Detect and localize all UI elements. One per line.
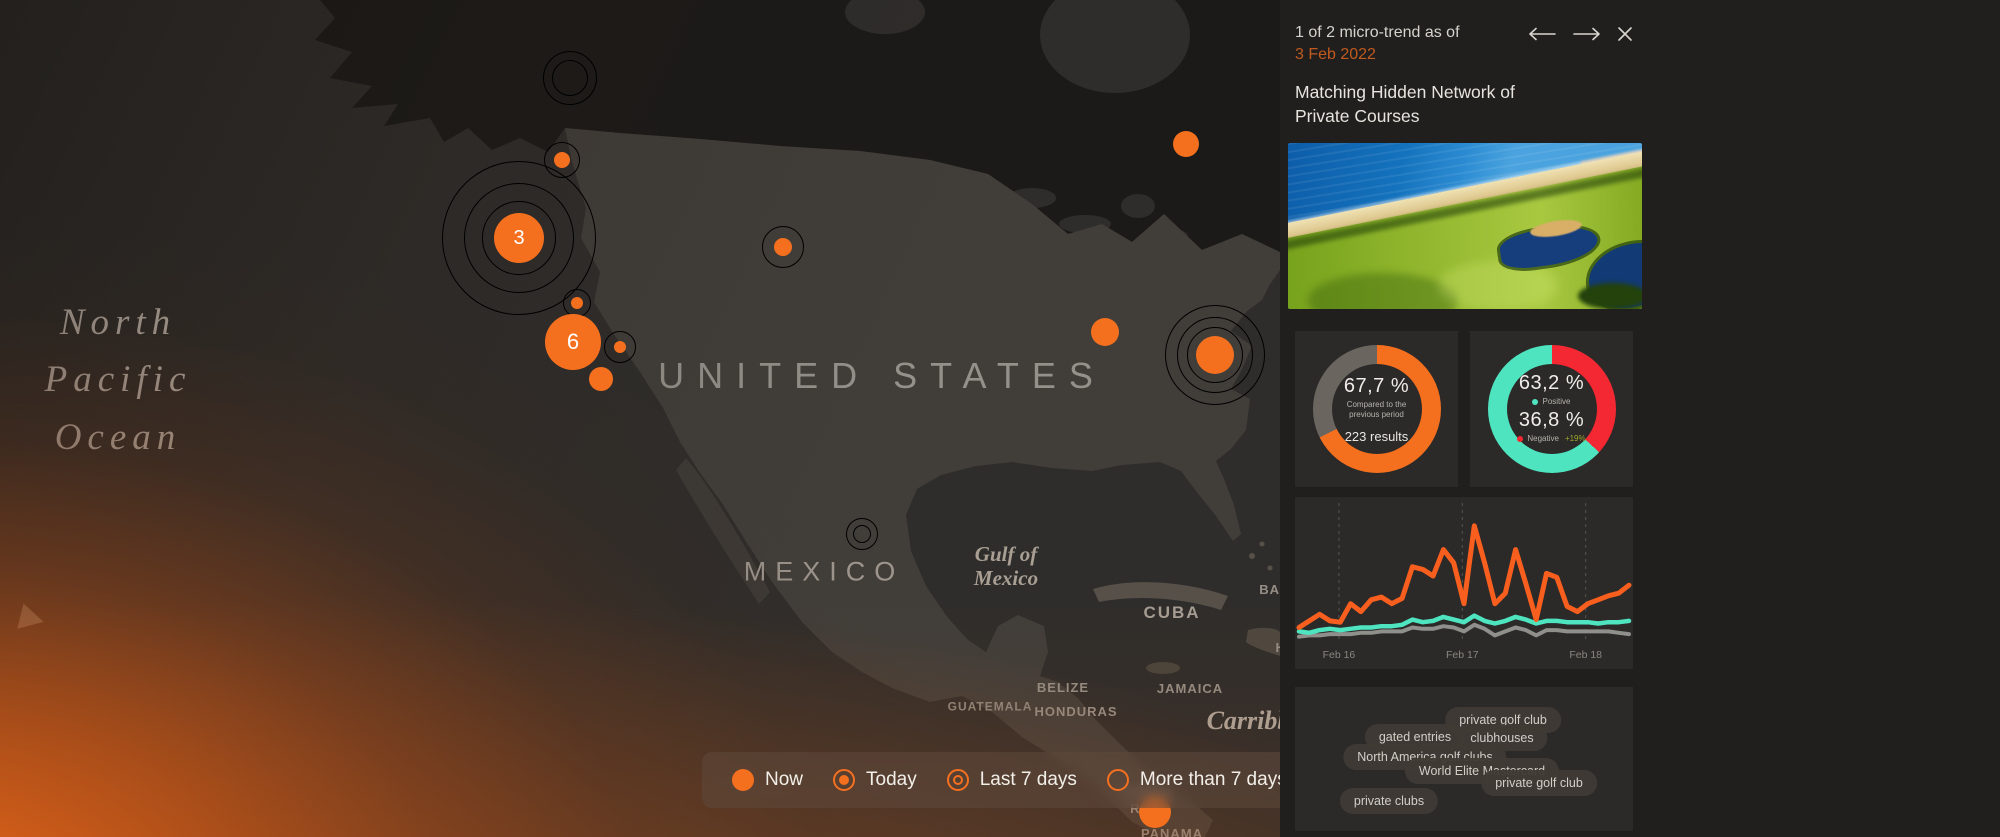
negative-legend: Negative +19%: [1517, 434, 1586, 444]
app-window: North Pacific Ocean UNITED STATES MEXICO Gulf…: [0, 0, 2000, 837]
svg-text:Feb 17: Feb 17: [1446, 649, 1479, 661]
legend-today-icon: [833, 769, 856, 791]
legend-label: Last 7 days: [979, 769, 1077, 790]
marker-dot: [614, 341, 626, 353]
marker-dot: 6: [545, 314, 601, 370]
results-donut-chart: 67,7 % Compared to the previous period 2…: [1312, 345, 1441, 474]
results-percent: 67,7 %: [1343, 375, 1410, 398]
card-results-donut: 67,7 % Compared to the previous period 2…: [1295, 331, 1458, 488]
svg-text:Feb 18: Feb 18: [1569, 649, 1602, 661]
negative-label: Negative: [1527, 434, 1559, 444]
marker-ring: [846, 518, 878, 550]
negative-percent: 36,8 %: [1518, 409, 1585, 432]
next-arrow-icon[interactable]: [1572, 26, 1602, 42]
keyword-pill[interactable]: private clubs: [1339, 788, 1439, 815]
legend-more7-icon: [1106, 769, 1129, 791]
legend-last7-icon: [946, 769, 969, 791]
sentiment-donut-chart: 63,2 % Positive 36,8 % Negative +19%: [1487, 345, 1616, 474]
close-icon[interactable]: [1617, 26, 1633, 42]
marker-dot: [589, 367, 613, 391]
card-sentiment-donut: 63,2 % Positive 36,8 % Negative +19%: [1470, 331, 1633, 488]
positive-label: Positive: [1542, 397, 1571, 407]
legend-label: Today: [866, 769, 917, 790]
marker-dot: [571, 297, 583, 309]
positive-percent: 63,2 %: [1518, 372, 1585, 395]
keyword-pill[interactable]: private golf club: [1481, 770, 1597, 797]
results-count: 223 results: [1344, 428, 1409, 444]
results-caption: Compared to the previous period: [1346, 400, 1407, 420]
legend-label: Now: [765, 769, 804, 790]
trend-counter-text: 1 of 2 micro-trend as of: [1295, 24, 1460, 41]
prev-arrow-icon[interactable]: [1527, 26, 1557, 42]
marker-dot: [774, 238, 792, 256]
marker-dot: [1173, 131, 1199, 157]
trend-photo-golf-course: [1288, 143, 1642, 310]
legend-item-now[interactable]: Now: [732, 769, 803, 791]
map-legend: Now Today Last 7 days More than 7 days ago: [702, 752, 1324, 808]
legend-now-icon: [732, 769, 754, 791]
keyword-cloud: private golf club gated entries clubhouses…: [1295, 687, 1633, 832]
marker-dot: [1091, 318, 1119, 346]
photo-highlight: [1438, 261, 1558, 310]
svg-text:Feb 16: Feb 16: [1323, 649, 1356, 661]
marker-dot: [554, 152, 570, 168]
trend-title: Matching Hidden Network of Private Cours…: [1295, 82, 1515, 126]
positive-legend: Positive: [1532, 397, 1571, 407]
legend-item-last7[interactable]: Last 7 days: [946, 769, 1077, 791]
legend-item-today[interactable]: Today: [833, 769, 917, 791]
trend-counter: 1 of 2 micro-trend as of 3 Feb 2022: [1295, 22, 1495, 65]
marker-dot: [1196, 336, 1234, 374]
positive-dot-icon: [1532, 398, 1539, 405]
trend-line-chart: Feb 16 Feb 17 Feb 18: [1295, 497, 1633, 670]
trend-detail-panel: 1 of 2 micro-trend as of 3 Feb 2022 Matc…: [1280, 0, 2000, 837]
trend-date: 3 Feb 2022: [1295, 45, 1376, 63]
panel-header: 1 of 2 micro-trend as of 3 Feb 2022: [1295, 22, 1633, 65]
negative-dot-icon: [1517, 435, 1524, 442]
negative-delta: +19%: [1564, 434, 1586, 444]
marker-dot: 3: [494, 213, 544, 263]
marker-ring: [543, 51, 597, 105]
